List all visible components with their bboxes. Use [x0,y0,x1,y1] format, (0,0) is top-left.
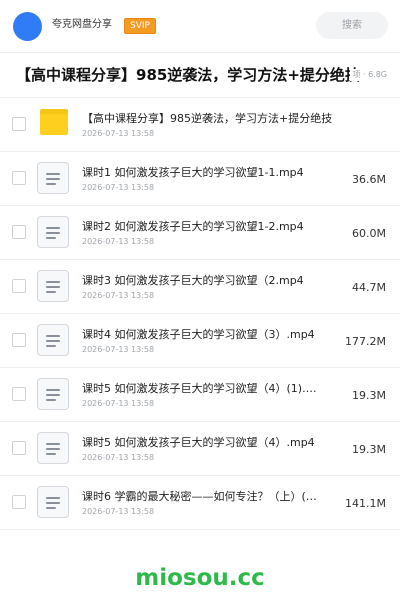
share-title-bar: 【高中课程分享】985逆袭法，学习方法+提分绝技 项 · 6.8G [0,53,400,98]
file-date: 2026-07-13 13:58 [82,345,155,354]
file-row[interactable]: 课时4 如何激发孩子巨大的学习欲望（3）.mp4 2026-07-13 13:58… [0,314,400,368]
video-file-icon [37,216,69,248]
file-date: 2026-07-13 13:58 [82,237,155,246]
user-avatar[interactable] [13,12,42,41]
search-button[interactable]: 搜索 [316,12,388,39]
file-date: 2026-07-13 13:58 [82,507,155,516]
file-row[interactable]: 课时5 如何激发孩子巨大的学习欲望（4）(1).m… 2026-07-13 13:… [0,368,400,422]
share-meta: 项 · 6.8G [350,69,387,81]
username: 夸克网盘分享 [52,19,112,30]
row-checkbox[interactable] [12,333,26,347]
file-name[interactable]: 【高中课程分享】985逆袭法，学习方法+提分绝技 [82,111,382,126]
file-date: 2026-07-13 13:58 [82,399,155,408]
video-file-icon [37,486,69,518]
file-size: 177.2M [345,335,386,348]
file-name[interactable]: 课时4 如何激发孩子巨大的学习欲望（3）.mp4 [82,327,322,342]
file-date: 2026-07-13 13:58 [82,129,155,138]
footer-brand-watermark: miosou.cc [135,565,265,591]
video-file-icon [37,378,69,410]
file-row[interactable]: 课时2 如何激发孩子巨大的学习欲望1-2.mp4 2026-07-13 13:58… [0,206,400,260]
video-file-icon [37,432,69,464]
video-file-icon [37,162,69,194]
row-checkbox[interactable] [12,441,26,455]
file-size: 19.3M [352,389,386,402]
file-list: 【高中课程分享】985逆袭法，学习方法+提分绝技 2026-07-13 13:58… [0,98,400,530]
file-row[interactable]: 课时3 如何激发孩子巨大的学习欲望（2.mp4 2026-07-13 13:58 4… [0,260,400,314]
file-size: 36.6M [352,173,386,186]
row-checkbox[interactable] [12,279,26,293]
share-title: 【高中课程分享】985逆袭法，学习方法+提分绝技 [16,66,360,84]
file-row[interactable]: 课时6 学霸的最大秘密——如何专注？（上）(1).… 2026-07-13 13:… [0,476,400,530]
file-date: 2026-07-13 13:58 [82,183,155,192]
file-name[interactable]: 课时6 学霸的最大秘密——如何专注？（上）(1).… [82,489,322,504]
file-name[interactable]: 课时2 如何激发孩子巨大的学习欲望1-2.mp4 [82,219,322,234]
file-name[interactable]: 课时3 如何激发孩子巨大的学习欲望（2.mp4 [82,273,322,288]
svip-badge: SVIP [124,18,156,34]
row-checkbox[interactable] [12,495,26,509]
file-size: 141.1M [345,497,386,510]
file-name[interactable]: 课时5 如何激发孩子巨大的学习欲望（4）.mp4 [82,435,322,450]
header-bar: 夸克网盘分享 SVIP 搜索 [0,0,400,53]
file-name[interactable]: 课时5 如何激发孩子巨大的学习欲望（4）(1).m… [82,381,322,396]
row-checkbox[interactable] [12,117,26,131]
file-name[interactable]: 课时1 如何激发孩子巨大的学习欲望1-1.mp4 [82,165,322,180]
file-row[interactable]: 课时5 如何激发孩子巨大的学习欲望（4）.mp4 2026-07-13 13:58… [0,422,400,476]
row-checkbox[interactable] [12,225,26,239]
file-size: 60.0M [352,227,386,240]
folder-icon [40,109,68,135]
video-file-icon [37,270,69,302]
file-size: 44.7M [352,281,386,294]
file-size: 19.3M [352,443,386,456]
file-date: 2026-07-13 13:58 [82,291,155,300]
folder-row[interactable]: 【高中课程分享】985逆袭法，学习方法+提分绝技 2026-07-13 13:58 [0,98,400,152]
video-file-icon [37,324,69,356]
file-row[interactable]: 课时1 如何激发孩子巨大的学习欲望1-1.mp4 2026-07-13 13:58… [0,152,400,206]
row-checkbox[interactable] [12,171,26,185]
file-date: 2026-07-13 13:58 [82,453,155,462]
row-checkbox[interactable] [12,387,26,401]
